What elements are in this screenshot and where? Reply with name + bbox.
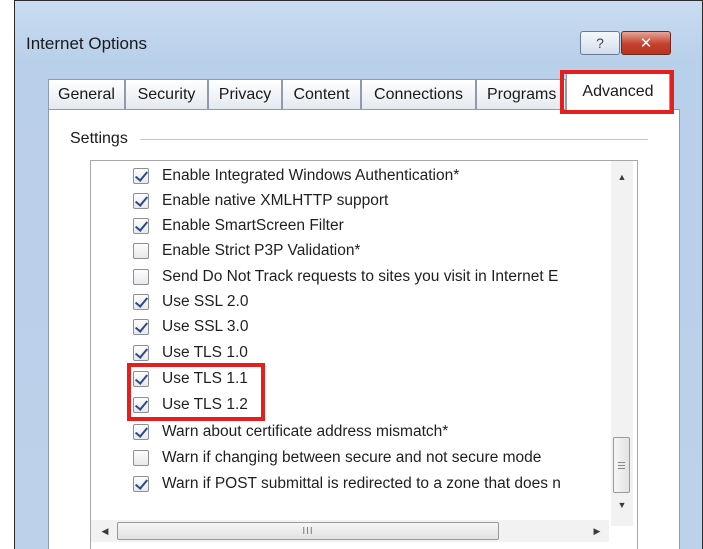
setting-item[interactable]: Use TLS 1.2: [133, 394, 248, 416]
setting-label: Enable Integrated Windows Authentication…: [162, 167, 460, 184]
setting-label: Use SSL 3.0: [162, 318, 249, 335]
grip-icon: [618, 461, 625, 469]
setting-item[interactable]: Use TLS 1.1: [133, 368, 248, 390]
checkbox[interactable]: [133, 476, 149, 492]
setting-item[interactable]: Use TLS 1.0: [133, 342, 248, 364]
setting-label: Enable Strict P3P Validation*: [162, 242, 361, 259]
checkbox[interactable]: [133, 168, 149, 184]
settings-group-label: Settings: [70, 130, 132, 148]
scroll-left-icon[interactable]: ◀: [95, 520, 115, 542]
setting-label: Warn if POST submittal is redirected to …: [162, 475, 561, 492]
help-button[interactable]: ?: [580, 31, 620, 55]
vertical-scrollbar[interactable]: ▲ ▼: [611, 161, 633, 526]
setting-label: Warn if changing between secure and not …: [162, 449, 542, 466]
checkbox[interactable]: [133, 294, 149, 310]
checkbox[interactable]: [133, 345, 149, 361]
setting-item[interactable]: Warn if POST submittal is redirected to …: [133, 473, 561, 495]
setting-item[interactable]: Use SSL 3.0: [133, 316, 248, 338]
tab-general[interactable]: General: [48, 79, 125, 109]
tab-security[interactable]: Security: [125, 79, 208, 109]
setting-item[interactable]: Warn if changing between secure and not …: [133, 447, 541, 469]
checkbox[interactable]: [133, 319, 149, 335]
setting-item[interactable]: Enable SmartScreen Filter: [133, 215, 344, 237]
setting-label: Use SSL 2.0: [162, 293, 249, 310]
setting-item[interactable]: Use SSL 2.0: [133, 291, 248, 313]
tab-privacy[interactable]: Privacy: [208, 79, 282, 109]
checkbox[interactable]: [133, 269, 149, 285]
scroll-down-icon[interactable]: ▼: [611, 495, 633, 515]
checkbox[interactable]: [133, 424, 149, 440]
scroll-up-icon[interactable]: ▲: [611, 167, 633, 187]
setting-item[interactable]: Enable Strict P3P Validation*: [133, 240, 360, 262]
setting-label: Send Do Not Track requests to sites you …: [162, 268, 559, 285]
window-title: Internet Options: [26, 34, 147, 53]
tab-programs[interactable]: Programs: [476, 79, 566, 109]
scroll-right-icon[interactable]: ▶: [587, 520, 607, 542]
close-button[interactable]: ✕: [621, 31, 671, 55]
tab-connections[interactable]: Connections: [361, 79, 476, 109]
tab-content[interactable]: Content: [282, 79, 361, 109]
setting-label: Enable SmartScreen Filter: [162, 217, 344, 234]
setting-label: Enable native XMLHTTP support: [162, 192, 389, 209]
checkbox[interactable]: [133, 397, 149, 413]
setting-label: Warn about certificate address mismatch*: [162, 423, 449, 440]
close-icon: ✕: [639, 35, 653, 52]
setting-label: Use TLS 1.2: [162, 396, 248, 413]
setting-item[interactable]: Enable Integrated Windows Authentication…: [133, 165, 459, 187]
checkbox[interactable]: [133, 371, 149, 387]
setting-item[interactable]: Send Do Not Track requests to sites you …: [133, 266, 558, 288]
checkbox[interactable]: [133, 218, 149, 234]
settings-divider: [140, 139, 648, 140]
checkbox[interactable]: [133, 193, 149, 209]
checkbox[interactable]: [133, 450, 149, 466]
setting-item[interactable]: Warn about certificate address mismatch*: [133, 421, 448, 443]
setting-item[interactable]: Enable native XMLHTTP support: [133, 190, 388, 212]
help-icon: ?: [596, 35, 604, 51]
tab-advanced[interactable]: Advanced: [566, 73, 670, 110]
vertical-scroll-thumb[interactable]: [613, 437, 630, 493]
horizontal-scroll-thumb[interactable]: III: [117, 522, 499, 540]
setting-label: Use TLS 1.0: [162, 344, 248, 361]
grip-icon: III: [302, 525, 314, 537]
horizontal-scrollbar[interactable]: ◀ III ▶: [91, 520, 609, 542]
checkbox[interactable]: [133, 243, 149, 259]
setting-label: Use TLS 1.1: [162, 370, 248, 387]
